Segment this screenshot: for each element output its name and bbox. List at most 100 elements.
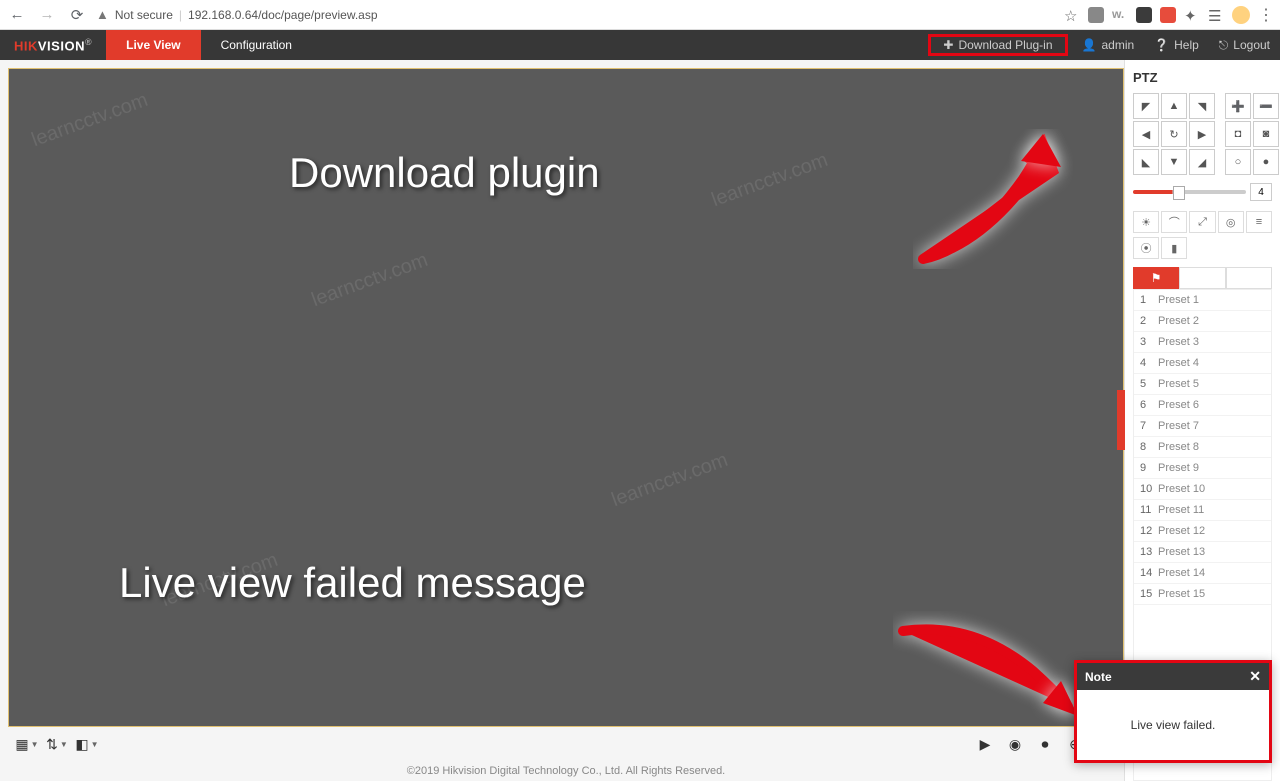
preset-row[interactable]: 13Preset 13 (1134, 542, 1271, 563)
preset-name: Preset 7 (1158, 420, 1199, 432)
chrome-menu-icon[interactable]: ⋮ (1258, 5, 1274, 25)
note-close-icon[interactable]: ✕ (1249, 668, 1261, 685)
preset-tabs: ⚑ (1133, 267, 1272, 289)
download-plugin-link[interactable]: ✚ Download Plug-in (933, 38, 1062, 52)
wiper-button[interactable]: ⌒ (1161, 211, 1187, 233)
ptz-up-left[interactable]: ◤ (1133, 93, 1159, 119)
preset-name: Preset 3 (1158, 336, 1199, 348)
preset-row[interactable]: 12Preset 12 (1134, 521, 1271, 542)
preset-row[interactable]: 3Preset 3 (1134, 332, 1271, 353)
arrow-to-note (893, 611, 1093, 736)
tab-live-view[interactable]: Live View (106, 30, 200, 60)
preset-number: 9 (1140, 462, 1158, 474)
logout-icon: ⎋ (1219, 38, 1229, 53)
ptz-left[interactable]: ◀ (1133, 121, 1159, 147)
watermark: learncctv.com (709, 149, 831, 212)
preset-number: 10 (1140, 483, 1158, 495)
focus-aux-button[interactable]: ⤢ (1189, 211, 1215, 233)
preset-row[interactable]: 14Preset 14 (1134, 563, 1271, 584)
ptz-auto[interactable]: ↻ (1161, 121, 1187, 147)
preset-number: 6 (1140, 399, 1158, 411)
preset-number: 1 (1140, 294, 1158, 306)
preset-row[interactable]: 4Preset 4 (1134, 353, 1271, 374)
annotation-live-view-failed: Live view failed message (119, 559, 586, 607)
preset-row[interactable]: 6Preset 6 (1134, 395, 1271, 416)
arrow-to-download (913, 129, 1083, 274)
readlist-icon[interactable]: ☰ (1208, 7, 1224, 23)
preset-row[interactable]: 1Preset 1 (1134, 290, 1271, 311)
ptz-down[interactable]: ▼ (1161, 149, 1187, 175)
focus-near[interactable]: ◘ (1225, 121, 1251, 147)
preset-name: Preset 12 (1158, 525, 1205, 537)
preset-tab-flag[interactable]: ⚑ (1133, 267, 1179, 289)
bookmark-icon[interactable]: ☆ (1064, 7, 1080, 23)
preset-tab-3[interactable] (1226, 267, 1272, 289)
user-link[interactable]: 👤 admin (1072, 38, 1145, 52)
preset-row[interactable]: 5Preset 5 (1134, 374, 1271, 395)
aux2-button[interactable]: ▮ (1161, 237, 1187, 259)
menu-button[interactable]: ≡ (1246, 211, 1272, 233)
tab-configuration[interactable]: Configuration (201, 30, 312, 60)
forward-button[interactable]: → (36, 4, 58, 26)
note-header: Note ✕ (1077, 663, 1269, 690)
layout-button[interactable]: ▦▼ (14, 732, 40, 756)
iris-close[interactable]: ● (1253, 149, 1279, 175)
preset-number: 15 (1140, 588, 1158, 600)
ptz-down-left[interactable]: ◣ (1133, 149, 1159, 175)
ptz-speed-row: 4 (1125, 175, 1280, 209)
init-lens-button[interactable]: ◎ (1218, 211, 1244, 233)
ext-icon-3[interactable] (1160, 7, 1176, 23)
profile-avatar[interactable] (1232, 6, 1250, 24)
preset-number: 14 (1140, 567, 1158, 579)
help-link[interactable]: ❔ Help (1144, 38, 1209, 52)
focus-far[interactable]: ◙ (1253, 121, 1279, 147)
preset-number: 8 (1140, 441, 1158, 453)
preset-number: 12 (1140, 525, 1158, 537)
iris-open[interactable]: ○ (1225, 149, 1251, 175)
security-label: Not secure (115, 8, 173, 22)
extensions-icon[interactable]: ✦ (1184, 7, 1200, 23)
watermark: learncctv.com (29, 89, 151, 152)
app-topbar: HIKVISION® Live View Configuration ✚ Dow… (0, 30, 1280, 60)
preset-row[interactable]: 7Preset 7 (1134, 416, 1271, 437)
stream-button[interactable]: ⇅▼ (44, 732, 70, 756)
preset-row[interactable]: 10Preset 10 (1134, 479, 1271, 500)
ptz-up-right[interactable]: ◥ (1189, 93, 1215, 119)
preset-name: Preset 2 (1158, 315, 1199, 327)
panel-collapse-tab[interactable] (1117, 390, 1125, 450)
footer-copyright: ©2019 Hikvision Digital Technology Co., … (8, 761, 1124, 781)
user-icon: 👤 (1082, 38, 1097, 52)
ptz-down-right[interactable]: ◢ (1189, 149, 1215, 175)
ratio-button[interactable]: ◧▼ (74, 732, 100, 756)
aux1-button[interactable]: ⦿ (1133, 237, 1159, 259)
address-bar[interactable]: ▲ Not secure | 192.168.0.64/doc/page/pre… (96, 7, 1056, 22)
preset-row[interactable]: 11Preset 11 (1134, 500, 1271, 521)
ptz-up[interactable]: ▲ (1161, 93, 1187, 119)
preset-name: Preset 15 (1158, 588, 1205, 600)
ext-icon-w[interactable]: w. (1112, 7, 1128, 23)
light-button[interactable]: ☀ (1133, 211, 1159, 233)
browser-toolbar: ← → ⟳ ▲ Not secure | 192.168.0.64/doc/pa… (0, 0, 1280, 30)
preset-name: Preset 8 (1158, 441, 1199, 453)
brand-logo: HIKVISION® (0, 37, 106, 53)
zoom-out[interactable]: ➖ (1253, 93, 1279, 119)
preset-row[interactable]: 2Preset 2 (1134, 311, 1271, 332)
ext-icon-2[interactable] (1136, 7, 1152, 23)
reload-button[interactable]: ⟳ (66, 4, 88, 26)
preset-tab-2[interactable] (1179, 267, 1225, 289)
logout-link[interactable]: ⎋ Logout (1209, 38, 1280, 53)
ext-icon-1[interactable] (1088, 7, 1104, 23)
extension-icons: ☆ w. ✦ ☰ ⋮ (1064, 5, 1274, 25)
preset-name: Preset 1 (1158, 294, 1199, 306)
annotation-download-plugin: Download plugin (289, 149, 600, 197)
preset-row[interactable]: 15Preset 15 (1134, 584, 1271, 605)
ptz-right[interactable]: ▶ (1189, 121, 1215, 147)
watermark: learncctv.com (309, 249, 431, 312)
preset-row[interactable]: 9Preset 9 (1134, 458, 1271, 479)
ptz-speed-slider[interactable] (1133, 190, 1246, 194)
preset-row[interactable]: 8Preset 8 (1134, 437, 1271, 458)
back-button[interactable]: ← (6, 4, 28, 26)
live-view-viewport[interactable]: learncctv.com learncctv.com learncctv.co… (8, 68, 1124, 727)
watermark: learncctv.com (609, 449, 731, 512)
zoom-in[interactable]: ➕ (1225, 93, 1251, 119)
